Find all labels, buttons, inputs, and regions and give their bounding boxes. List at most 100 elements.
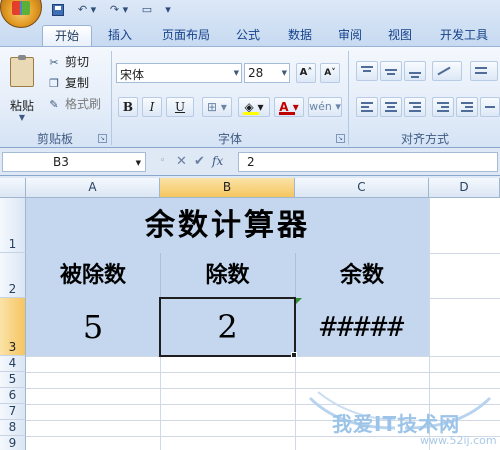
tab-page-layout[interactable]: 页面布局 [148,25,224,46]
name-box[interactable]: B3 ▼ [2,152,146,172]
column-header-b[interactable]: B [160,178,295,198]
chevron-down-icon: ▼ [233,69,239,77]
paste-button[interactable]: 粘贴 ▼ [4,53,40,127]
row-header-3[interactable]: 3 [0,298,26,356]
formula-buttons: ◦ ✕ ✔ fx [160,152,236,172]
scissors-icon: ✂ [49,56,59,69]
cell-a2[interactable]: 被除数 [26,253,160,298]
row-header-9[interactable]: 9 [0,436,26,450]
font-launcher-icon[interactable]: ↘ [336,134,345,143]
office-button[interactable] [0,0,42,28]
align-right-button[interactable] [404,97,426,117]
cut-label: 剪切 [65,55,90,69]
fill-handle[interactable] [291,352,297,358]
watermark-url: www.52ij.com [420,434,497,447]
formula-bar: B3 ▼ ◦ ✕ ✔ fx 2 [0,150,500,176]
align-center-button[interactable] [380,97,402,117]
watermark-text: 我爱IT技术网 [332,412,461,436]
cancel-icon[interactable]: ✕ [176,154,187,169]
ribbon: 粘贴 ▼ ✂ 剪切 ❐ 复制 ✎ 格式刷 剪贴板 ↘ 宋体 ▼ 28 ▼ A˄ A˅ … [0,46,500,148]
error-indicator-icon[interactable] [296,298,302,304]
title-bar: ↶ ▾ ↷ ▾ ▭ ▾ 开始 插入 页面布局 公式 数据 审阅 视图 开发工具 [0,0,500,46]
phonetic-guide-button[interactable]: wén ▾ [308,97,342,117]
worksheet-grid[interactable]: A B C D 1 2 3 4 5 6 7 8 9 余数计算器 被除数 除数 余… [0,178,500,450]
redo-icon[interactable]: ↷ ▾ [104,2,134,18]
format-painter-label: 格式刷 [65,97,102,111]
align-middle-button[interactable] [380,61,402,81]
tab-data[interactable]: 数据 [278,25,322,46]
enter-check-icon[interactable]: ✔ [194,154,205,169]
cell-c2[interactable]: 余数 [295,253,429,298]
clipboard-launcher-icon[interactable]: ↘ [98,134,107,143]
format-painter-button[interactable]: ✎ 格式刷 [46,95,101,113]
row-header-4[interactable]: 4 [0,356,26,372]
shrink-font-button[interactable]: A˅ [320,63,340,83]
fill-color-button[interactable]: ◈ ▾ [238,97,270,117]
save-icon[interactable] [50,2,66,18]
tab-formulas[interactable]: 公式 [226,25,270,46]
paste-label: 粘贴 [9,99,34,113]
name-box-value: B3 [53,155,69,169]
row-header-2[interactable]: 2 [0,253,26,298]
office-logo-icon [12,1,30,15]
font-size-value: 28 [248,66,264,80]
row-header-6[interactable]: 6 [0,388,26,404]
column-header-d[interactable]: D [429,178,500,198]
gridline [429,253,500,254]
chevron-down-icon: ▼ [135,159,141,167]
font-color-swatch [279,112,295,115]
chevron-down-icon: ▼ [281,69,287,77]
cell-c3[interactable]: ##### [295,298,429,356]
merge-center-button[interactable] [480,97,500,117]
column-header-a[interactable]: A [26,178,160,198]
insert-function-button[interactable]: fx [212,154,223,168]
decrease-indent-button[interactable] [432,97,454,117]
cell-b2[interactable]: 除数 [160,253,295,298]
row-header-5[interactable]: 5 [0,372,26,388]
copy-icon: ❐ [49,77,59,90]
tab-view[interactable]: 视图 [378,25,422,46]
grow-font-button[interactable]: A˄ [296,63,316,83]
cell-a1-title[interactable]: 余数计算器 [26,198,429,253]
formula-value: 2 [247,155,255,169]
customize-quick-access-icon[interactable]: ▾ [162,2,174,18]
font-color-button[interactable]: A ▾ [274,97,304,117]
tab-insert[interactable]: 插入 [98,25,142,46]
brush-icon: ✎ [49,98,59,111]
resize-handle-icon[interactable]: ◦ [160,156,165,166]
font-name-select[interactable]: 宋体 ▼ [116,63,242,83]
copy-button[interactable]: ❐ 复制 [46,74,89,92]
italic-button[interactable]: I [142,97,162,117]
align-top-button[interactable] [356,61,378,81]
phonetic-label: wén [309,100,332,113]
wrap-text-button[interactable] [470,61,498,81]
formula-input[interactable]: 2 [238,152,498,172]
print-preview-icon[interactable]: ▭ [138,2,156,18]
underline-button[interactable]: U [166,97,194,117]
group-separator [348,51,349,145]
gridline [26,372,500,373]
clipboard-group-label: 剪贴板 [36,132,73,146]
undo-icon[interactable]: ↶ ▾ [72,2,102,18]
tab-home[interactable]: 开始 [42,25,92,46]
tab-review[interactable]: 审阅 [328,25,372,46]
copy-label: 复制 [65,76,90,90]
font-size-select[interactable]: 28 ▼ [244,63,290,83]
align-bottom-button[interactable] [404,61,426,81]
select-all-corner[interactable] [0,178,26,198]
orientation-button[interactable] [432,61,462,81]
cut-button[interactable]: ✂ 剪切 [46,53,89,71]
bold-button[interactable]: B [118,97,138,117]
paste-icon [10,55,34,87]
row-header-8[interactable]: 8 [0,420,26,436]
increase-indent-button[interactable] [456,97,478,117]
row-header-7[interactable]: 7 [0,404,26,420]
tab-developer[interactable]: 开发工具 [428,25,500,46]
align-left-button[interactable] [356,97,378,117]
gridline [429,298,500,299]
borders-button[interactable]: ⊞ ▾ [202,97,232,117]
active-cell-border [159,297,296,357]
column-header-c[interactable]: C [295,178,429,198]
cell-a3[interactable]: 5 [26,298,160,356]
row-header-1[interactable]: 1 [0,198,26,253]
